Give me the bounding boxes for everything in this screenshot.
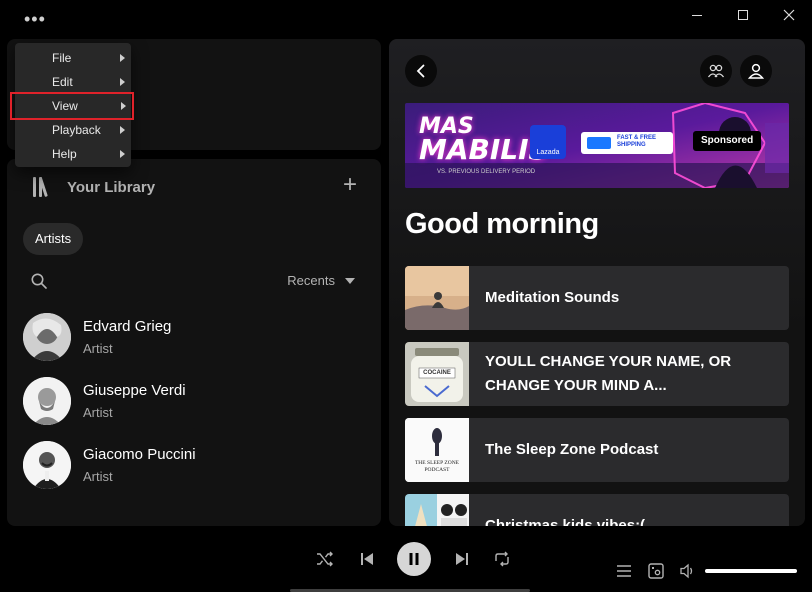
chevron-left-icon — [416, 64, 425, 78]
volume-button[interactable] — [678, 561, 698, 581]
main-panel: MAS MABILIS VS. PREVIOUS DELIVERY PERIOD… — [389, 39, 805, 526]
shuffle-icon — [317, 551, 333, 567]
menu-item-label: Help — [52, 147, 77, 161]
search-library-icon[interactable] — [31, 273, 47, 289]
maximize-button[interactable] — [720, 0, 766, 30]
device-icon — [648, 563, 664, 579]
submenu-arrow-icon — [120, 54, 125, 62]
card-thumbnail — [405, 494, 469, 526]
artist-name: Giuseppe Verdi — [83, 382, 186, 399]
shipping-text: FAST & FREE SHIPPING — [617, 135, 657, 148]
queue-icon — [617, 565, 631, 577]
menu-item-file[interactable]: File — [15, 46, 131, 70]
repeat-icon — [495, 551, 509, 567]
shortcut-card[interactable]: THE SLEEP ZONE PODCAST The Sleep Zone Po… — [405, 418, 789, 482]
app-menu-icon[interactable]: ••• — [24, 10, 46, 28]
minimize-button[interactable] — [674, 0, 720, 30]
card-thumbnail — [405, 266, 469, 330]
shipping-badge: FAST & FREE SHIPPING — [581, 132, 673, 154]
menu-item-edit[interactable]: Edit — [15, 70, 131, 94]
submenu-arrow-icon — [120, 150, 125, 158]
card-thumbnail: COCAINE — [405, 342, 469, 406]
skip-forward-icon — [456, 553, 468, 565]
volume-icon — [680, 563, 693, 579]
repeat-button[interactable] — [491, 548, 513, 570]
friends-icon — [707, 64, 725, 78]
volume-slider[interactable] — [705, 569, 797, 573]
card-title: The Sleep Zone Podcast — [485, 441, 659, 458]
library-header[interactable]: Your Library — [31, 176, 155, 198]
submenu-arrow-icon — [120, 78, 125, 86]
artist-type: Artist — [83, 405, 113, 420]
shortcut-card[interactable]: Christmas kids vibes:( — [405, 494, 789, 526]
maximize-icon — [738, 10, 748, 20]
lazada-logo: Lazada — [530, 125, 566, 159]
greeting-title: Good morning — [405, 208, 599, 240]
menu-item-view[interactable]: View — [10, 92, 134, 120]
friend-activity-button[interactable] — [700, 55, 732, 87]
skip-back-icon — [361, 553, 373, 565]
menu-item-label: File — [52, 51, 72, 65]
avatar — [23, 377, 71, 425]
menu-item-label: View — [52, 99, 78, 113]
truck-icon — [587, 137, 611, 149]
artist-name: Giacomo Puccini — [83, 446, 196, 463]
artist-type: Artist — [83, 469, 113, 484]
banner-subtext: VS. PREVIOUS DELIVERY PERIOD — [437, 169, 536, 175]
artist-name: Edvard Grieg — [83, 318, 172, 335]
connect-device-button[interactable] — [646, 561, 666, 581]
back-button[interactable] — [405, 55, 437, 87]
sort-dropdown[interactable]: Recents — [287, 273, 355, 288]
avatar — [23, 313, 71, 361]
menu-item-playback[interactable]: Playback — [15, 118, 131, 142]
filter-chip-artists[interactable]: Artists — [23, 223, 84, 255]
previous-button[interactable] — [356, 548, 378, 570]
card-thumbnail: THE SLEEP ZONE PODCAST — [405, 418, 469, 482]
list-item[interactable]: Giuseppe Verdi Artist — [23, 376, 186, 426]
minimize-icon — [692, 14, 702, 16]
card-title: Meditation Sounds — [485, 289, 620, 306]
close-icon — [783, 9, 795, 21]
list-item[interactable]: Giacomo Puccini Artist — [23, 440, 196, 490]
library-icon — [31, 176, 53, 198]
thumb-label: COCAINE — [423, 370, 451, 376]
sort-label: Recents — [287, 273, 335, 288]
player-bar — [0, 532, 812, 592]
pause-button[interactable] — [397, 542, 431, 576]
thumb-label: THE SLEEP ZONE PODCAST — [414, 460, 460, 473]
user-icon — [747, 63, 765, 79]
library-title: Your Library — [67, 178, 156, 196]
sponsored-banner[interactable]: MAS MABILIS VS. PREVIOUS DELIVERY PERIOD… — [405, 103, 789, 188]
shuffle-button[interactable] — [314, 548, 336, 570]
artist-type: Artist — [83, 341, 113, 356]
menu-item-label: Edit — [52, 75, 73, 89]
caret-down-icon — [345, 277, 355, 284]
library-panel: Your Library + Artists Recents Edvard Gr… — [7, 159, 381, 526]
close-button[interactable] — [766, 0, 812, 30]
app-menu: File Edit View Playback Help — [10, 43, 134, 167]
list-item[interactable]: Edvard Grieg Artist — [23, 312, 171, 362]
title-bar: ••• — [0, 0, 812, 38]
queue-button[interactable] — [614, 561, 634, 581]
shortcut-card[interactable]: Meditation Sounds — [405, 266, 789, 330]
menu-item-label: Playback — [52, 123, 101, 137]
profile-button[interactable] — [740, 55, 772, 87]
submenu-arrow-icon — [121, 102, 126, 110]
create-playlist-icon[interactable]: + — [343, 173, 357, 197]
card-title: Christmas kids vibes:( — [485, 517, 646, 526]
avatar — [23, 441, 71, 489]
shortcut-card[interactable]: COCAINE YOULL CHANGE YOUR NAME, OR CHANG… — [405, 342, 789, 406]
menu-item-help[interactable]: Help — [15, 142, 131, 166]
sponsored-label: Sponsored — [693, 131, 762, 151]
card-title: YOULL CHANGE YOUR NAME, OR CHANGE YOUR M… — [485, 353, 732, 394]
pause-icon — [409, 553, 419, 565]
submenu-arrow-icon — [120, 126, 125, 134]
next-button[interactable] — [451, 548, 473, 570]
